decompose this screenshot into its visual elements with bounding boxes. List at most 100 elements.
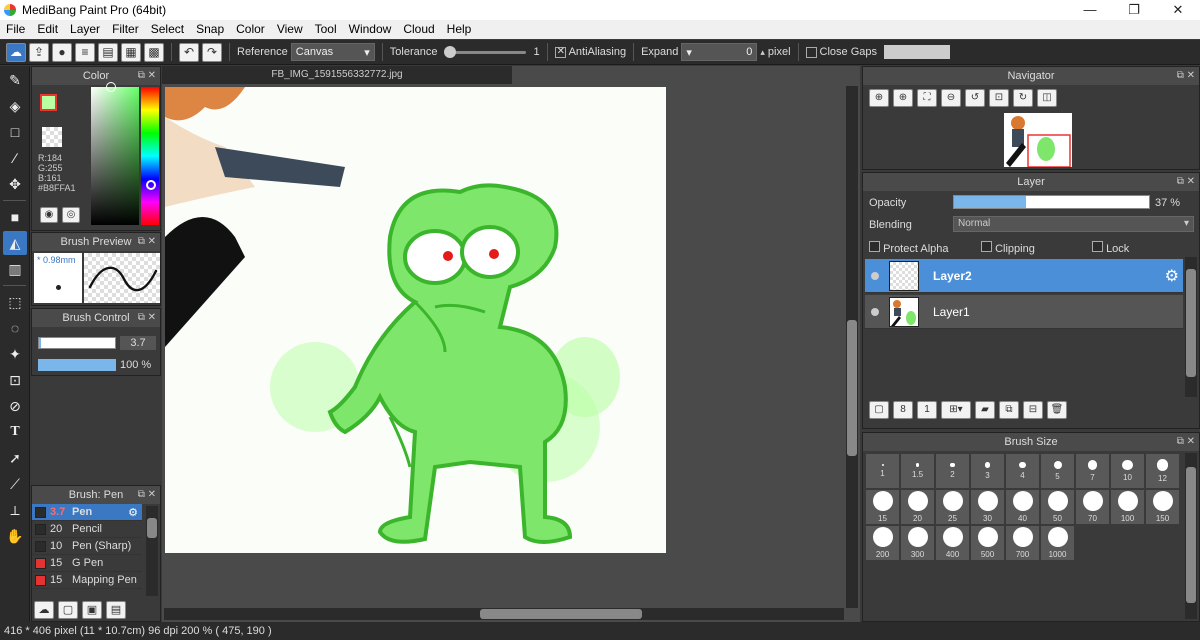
close-gaps-checkbox[interactable] (805, 46, 817, 58)
add-layer-menu-icon[interactable]: ⊞▾ (941, 401, 971, 419)
brush-size-option[interactable]: 20 (900, 489, 935, 525)
panel-controls-icon[interactable]: ⧉ ✕ (138, 233, 156, 251)
gear-icon[interactable]: ⚙ (1165, 266, 1179, 286)
lock-option[interactable]: Lock (1092, 241, 1129, 255)
scroll-thumb[interactable] (147, 518, 157, 538)
menu-window[interactable]: Window (343, 20, 398, 39)
brush-list-item[interactable]: 15 Mapping Pen (32, 572, 142, 589)
panel-controls-icon[interactable]: ⧉ ✕ (138, 309, 156, 327)
brush-size-option[interactable]: 1.5 (900, 453, 935, 489)
zoom-out-icon[interactable]: ⊖ (941, 89, 961, 107)
duplicate-layer-icon[interactable]: ⧉ (999, 401, 1019, 419)
hand-tool-icon[interactable]: ✋ (3, 524, 27, 548)
select-rect-tool-icon[interactable]: ⬚ (3, 290, 27, 314)
lock-checkbox[interactable] (1092, 241, 1103, 252)
brush-size-option[interactable]: 1 (865, 453, 900, 489)
protect-alpha-option[interactable]: Protect Alpha (869, 241, 949, 255)
new-layer-icon[interactable]: ▢ (869, 401, 889, 419)
menu-view[interactable]: View (271, 20, 309, 39)
panel-controls-icon[interactable]: ⧉ ✕ (138, 67, 156, 85)
expand-input[interactable]: ▾ 0 (681, 43, 758, 61)
menu-snap[interactable]: Snap (190, 20, 230, 39)
brush-size-option[interactable]: 150 (1145, 489, 1180, 525)
canvas-horizontal-scrollbar[interactable] (164, 608, 844, 620)
menu-select[interactable]: Select (145, 20, 190, 39)
tolerance-slider[interactable] (444, 45, 530, 58)
minimize-button[interactable]: — (1068, 0, 1112, 20)
hue-slider[interactable] (141, 87, 159, 225)
add-brush-icon[interactable]: ▣ (82, 601, 102, 619)
saturation-value-picker[interactable] (91, 87, 139, 225)
brush-size-option[interactable]: 50 (1040, 489, 1075, 525)
new-brush-icon[interactable]: ▢ (58, 601, 78, 619)
brush-size-option[interactable]: 1000 (1040, 525, 1075, 561)
brush-size-value[interactable]: 3.7 (120, 336, 156, 350)
bucket-tool-icon[interactable]: ◭ (3, 231, 27, 255)
color-settings-icon[interactable]: ◎ (62, 207, 80, 223)
new-1bit-layer-icon[interactable]: 1 (917, 401, 937, 419)
antialiasing-checkbox[interactable] (554, 46, 566, 58)
scroll-thumb[interactable] (847, 320, 857, 456)
brush-size-option[interactable]: 12 (1145, 453, 1180, 489)
panel-controls-icon[interactable]: ⧉ ✕ (138, 486, 156, 504)
blending-select[interactable]: Normal ▾ (953, 216, 1194, 232)
folder-icon[interactable]: ▰ (975, 401, 995, 419)
menu-help[interactable]: Help (441, 20, 478, 39)
navigator-thumbnail[interactable] (1004, 113, 1072, 168)
brush-list-item[interactable]: 10 Pen (Sharp) (32, 538, 142, 555)
select-pen-tool-icon[interactable]: ⊡ (3, 368, 27, 392)
menu-filter[interactable]: Filter (106, 20, 145, 39)
visibility-toggle[interactable] (871, 271, 879, 280)
page-icon[interactable]: ▤ (98, 42, 118, 62)
hue-picker-ring[interactable] (146, 180, 156, 190)
slider-knob[interactable] (444, 45, 457, 58)
flip-icon[interactable]: ◫ (1037, 89, 1057, 107)
select-eraser-tool-icon[interactable]: ⊘ (3, 394, 27, 418)
brush-size-option[interactable]: 7 (1075, 453, 1110, 489)
gradient-tool-icon[interactable]: ▥ (3, 257, 27, 281)
panel-controls-icon[interactable]: ⧉ ✕ (1177, 173, 1195, 191)
redo-icon[interactable]: ↷ (202, 42, 222, 62)
menu-tool[interactable]: Tool (309, 20, 343, 39)
magic-wand-tool-icon[interactable]: ✦ (3, 342, 27, 366)
menu-file[interactable]: File (0, 20, 31, 39)
merge-layer-icon[interactable]: ⊟ (1023, 401, 1043, 419)
rotate-left-icon[interactable]: ↺ (965, 89, 985, 107)
transparent-swatch[interactable] (42, 127, 62, 147)
layout-icon[interactable]: ▩ (144, 42, 164, 62)
brush-size-slider[interactable] (38, 337, 116, 349)
brush-tool-icon[interactable]: ✎ (3, 68, 27, 92)
fit-window-icon[interactable]: ⛶ (917, 89, 937, 107)
zoom-fit-icon[interactable]: ⊕ (869, 89, 889, 107)
menu-edit[interactable]: Edit (31, 20, 64, 39)
brush-size-option[interactable]: 100 (1110, 489, 1145, 525)
brush-size-option[interactable]: 30 (970, 489, 1005, 525)
maximize-button[interactable]: ❐ (1112, 0, 1156, 20)
eyedropper-tool-icon[interactable]: ⟂ (3, 498, 27, 522)
undo-icon[interactable]: ↶ (179, 42, 199, 62)
brush-size-option[interactable]: 400 (935, 525, 970, 561)
grid-icon[interactable]: ▦ (121, 42, 141, 62)
eraser-tool-icon[interactable]: ◈ (3, 94, 27, 118)
brush-size-option[interactable]: 15 (865, 489, 900, 525)
brush-opacity-slider[interactable] (38, 359, 116, 371)
menu-cloud[interactable]: Cloud (397, 20, 440, 39)
brush-size-option[interactable]: 3 (970, 453, 1005, 489)
comment-list-icon[interactable]: ≡ (75, 42, 95, 62)
cloud-icon[interactable]: ☁ (6, 42, 26, 62)
operation-tool-icon[interactable]: ➚ (3, 446, 27, 470)
layer-opacity-slider[interactable] (953, 195, 1150, 209)
divide-tool-icon[interactable]: ⟋ (3, 472, 27, 496)
brush-size-option[interactable]: 70 (1075, 489, 1110, 525)
layer-scrollbar[interactable] (1185, 257, 1197, 397)
lasso-tool-icon[interactable]: ◌ (3, 316, 27, 340)
brush-list-scrollbar[interactable] (146, 506, 158, 596)
brush-size-option[interactable]: 5 (1040, 453, 1075, 489)
move-tool-icon[interactable]: ✥ (3, 172, 27, 196)
layer-row[interactable]: Layer1 (865, 295, 1183, 329)
brush-list-item[interactable]: 15 G Pen (32, 555, 142, 572)
close-button[interactable]: ✕ (1156, 0, 1200, 20)
panel-controls-icon[interactable]: ⧉ ✕ (1177, 433, 1195, 451)
menu-layer[interactable]: Layer (64, 20, 106, 39)
cloud-brush-icon[interactable]: ☁ (34, 601, 54, 619)
